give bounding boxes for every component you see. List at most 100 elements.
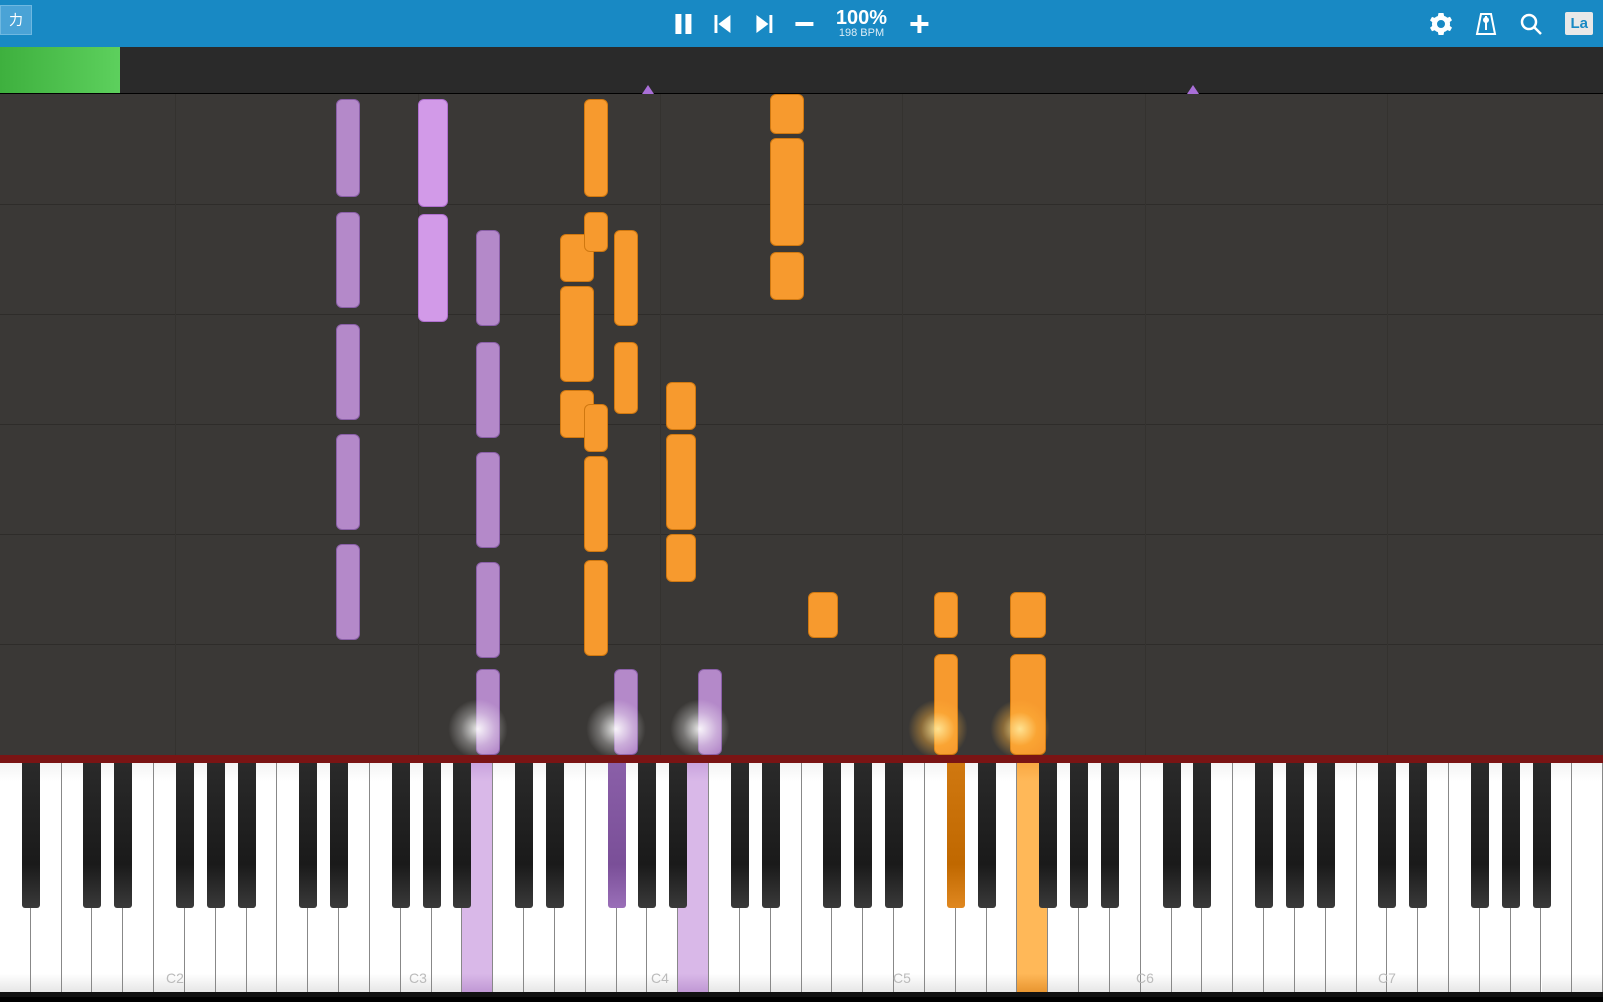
minus-icon[interactable] <box>794 14 814 34</box>
black-key[interactable] <box>22 763 40 908</box>
black-key[interactable] <box>854 763 872 908</box>
gear-icon[interactable] <box>1429 12 1453 36</box>
note <box>476 452 500 548</box>
black-key[interactable] <box>392 763 410 908</box>
search-icon[interactable] <box>1519 12 1543 36</box>
note <box>1010 654 1046 755</box>
black-key[interactable] <box>1193 763 1211 908</box>
black-key[interactable] <box>1317 763 1335 908</box>
octave-label: C2 <box>166 970 184 986</box>
toolbar-center: 100% 198 BPM <box>674 8 929 39</box>
octave-label: C6 <box>1136 970 1154 986</box>
metronome-icon[interactable] <box>1475 12 1497 36</box>
black-key[interactable] <box>731 763 749 908</box>
black-key[interactable] <box>299 763 317 908</box>
speed-display: 100% 198 BPM <box>836 8 887 39</box>
note <box>336 434 360 530</box>
black-key[interactable] <box>1286 763 1304 908</box>
black-key[interactable] <box>515 763 533 908</box>
piano-keyboard[interactable]: C2 C3 C4 C5 C6 C7 <box>0 755 1603 997</box>
black-key[interactable] <box>114 763 132 908</box>
speed-percent: 100% <box>836 8 887 28</box>
black-key[interactable] <box>947 763 965 908</box>
timeline[interactable] <box>0 47 1603 94</box>
black-key[interactable] <box>423 763 441 908</box>
black-key[interactable] <box>1378 763 1396 908</box>
skip-forward-icon[interactable] <box>754 15 772 33</box>
note <box>698 669 722 755</box>
black-key[interactable] <box>978 763 996 908</box>
note <box>336 212 360 308</box>
note <box>770 94 804 134</box>
octave-label: C4 <box>651 970 669 986</box>
black-key[interactable] <box>638 763 656 908</box>
note <box>336 544 360 640</box>
note <box>666 534 696 582</box>
black-key[interactable] <box>823 763 841 908</box>
note <box>770 252 804 300</box>
toolbar-left: 力 <box>0 5 32 35</box>
black-key[interactable] <box>453 763 471 908</box>
note <box>584 456 608 552</box>
timeline-progress <box>0 47 120 93</box>
keyboard-felt <box>0 755 1603 763</box>
top-toolbar: 力 100% 198 BPM La <box>0 0 1603 47</box>
timeline-marker <box>1187 85 1199 94</box>
black-key[interactable] <box>1070 763 1088 908</box>
note <box>614 342 638 414</box>
note <box>476 562 500 658</box>
note <box>418 99 448 207</box>
white-key[interactable] <box>1572 763 1603 992</box>
speed-bpm: 198 BPM <box>836 28 887 39</box>
skip-back-icon[interactable] <box>714 15 732 33</box>
note <box>770 138 804 246</box>
black-key[interactable] <box>669 763 687 908</box>
note <box>476 230 500 326</box>
black-key[interactable] <box>83 763 101 908</box>
note <box>476 342 500 438</box>
black-key[interactable] <box>608 763 626 908</box>
black-key[interactable] <box>207 763 225 908</box>
note <box>418 214 448 322</box>
octave-label: C7 <box>1378 970 1396 986</box>
label-button[interactable]: La <box>1565 12 1593 35</box>
black-key[interactable] <box>1471 763 1489 908</box>
left-button[interactable]: 力 <box>0 5 32 35</box>
note <box>614 230 638 326</box>
note <box>584 99 608 197</box>
black-key[interactable] <box>762 763 780 908</box>
note <box>808 592 838 638</box>
keys-container: C2 C3 C4 C5 C6 C7 <box>0 763 1603 992</box>
toolbar-right: La <box>1429 12 1593 36</box>
black-key[interactable] <box>1502 763 1520 908</box>
black-key[interactable] <box>1533 763 1551 908</box>
timeline-marker <box>642 85 654 94</box>
black-key[interactable] <box>1255 763 1273 908</box>
note <box>934 654 958 755</box>
black-key[interactable] <box>176 763 194 908</box>
black-key[interactable] <box>1163 763 1181 908</box>
octave-label: C3 <box>409 970 427 986</box>
black-key[interactable] <box>546 763 564 908</box>
note <box>1010 592 1046 638</box>
black-key[interactable] <box>1409 763 1427 908</box>
note <box>336 324 360 420</box>
note <box>614 669 638 755</box>
black-key[interactable] <box>885 763 903 908</box>
note <box>666 434 696 530</box>
note-roll[interactable] <box>0 94 1603 755</box>
pause-icon[interactable] <box>674 14 692 34</box>
black-key[interactable] <box>238 763 256 908</box>
note <box>934 592 958 638</box>
black-key[interactable] <box>1039 763 1057 908</box>
note <box>476 669 500 755</box>
black-key[interactable] <box>330 763 348 908</box>
note <box>666 382 696 430</box>
note <box>336 99 360 197</box>
plus-icon[interactable] <box>909 14 929 34</box>
note <box>584 212 608 252</box>
note <box>560 286 594 382</box>
note <box>584 560 608 656</box>
black-key[interactable] <box>1101 763 1119 908</box>
octave-label: C5 <box>893 970 911 986</box>
